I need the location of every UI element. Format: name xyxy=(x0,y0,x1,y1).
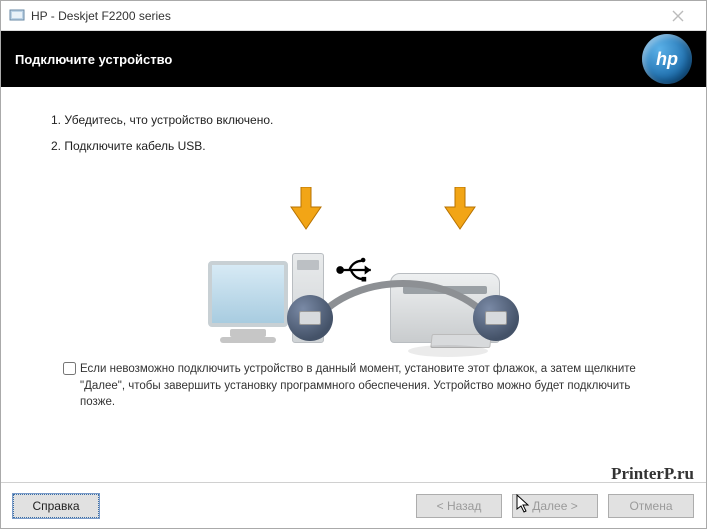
step-1: 1. Убедитесь, что устройство включено. xyxy=(51,113,656,127)
next-button[interactable]: Далее > xyxy=(512,494,598,518)
arrow-down-icon xyxy=(289,187,323,231)
titlebar: HP - Deskjet F2200 series xyxy=(1,1,706,31)
connect-later-row[interactable]: Если невозможно подключить устройство в … xyxy=(63,361,644,411)
content-area: 1. Убедитесь, что устройство включено. 2… xyxy=(1,87,706,419)
back-button[interactable]: < Назад xyxy=(416,494,502,518)
usb-connector-a-icon xyxy=(287,295,333,341)
window-title: HP - Deskjet F2200 series xyxy=(31,9,171,23)
usb-cable-icon xyxy=(295,277,511,337)
step-2: 2. Подключите кабель USB. xyxy=(51,139,656,153)
instruction-list: 1. Убедитесь, что устройство включено. 2… xyxy=(51,113,656,153)
watermark: PrinterP.ru xyxy=(611,464,694,484)
wizard-heading: Подключите устройство xyxy=(15,52,172,67)
hp-logo-icon: hp xyxy=(642,34,692,84)
app-icon xyxy=(9,8,25,24)
usb-connector-b-icon xyxy=(473,295,519,341)
close-button[interactable] xyxy=(658,2,698,30)
connect-later-checkbox[interactable] xyxy=(63,362,76,375)
connection-diagram xyxy=(51,183,656,343)
wizard-footer: Справка < Назад Далее > Отмена xyxy=(1,482,706,528)
cancel-button[interactable]: Отмена xyxy=(608,494,694,518)
connect-later-label: Если невозможно подключить устройство в … xyxy=(80,361,644,411)
arrow-down-icon xyxy=(443,187,477,231)
help-button[interactable]: Справка xyxy=(13,494,99,518)
wizard-header: Подключите устройство hp xyxy=(1,31,706,87)
